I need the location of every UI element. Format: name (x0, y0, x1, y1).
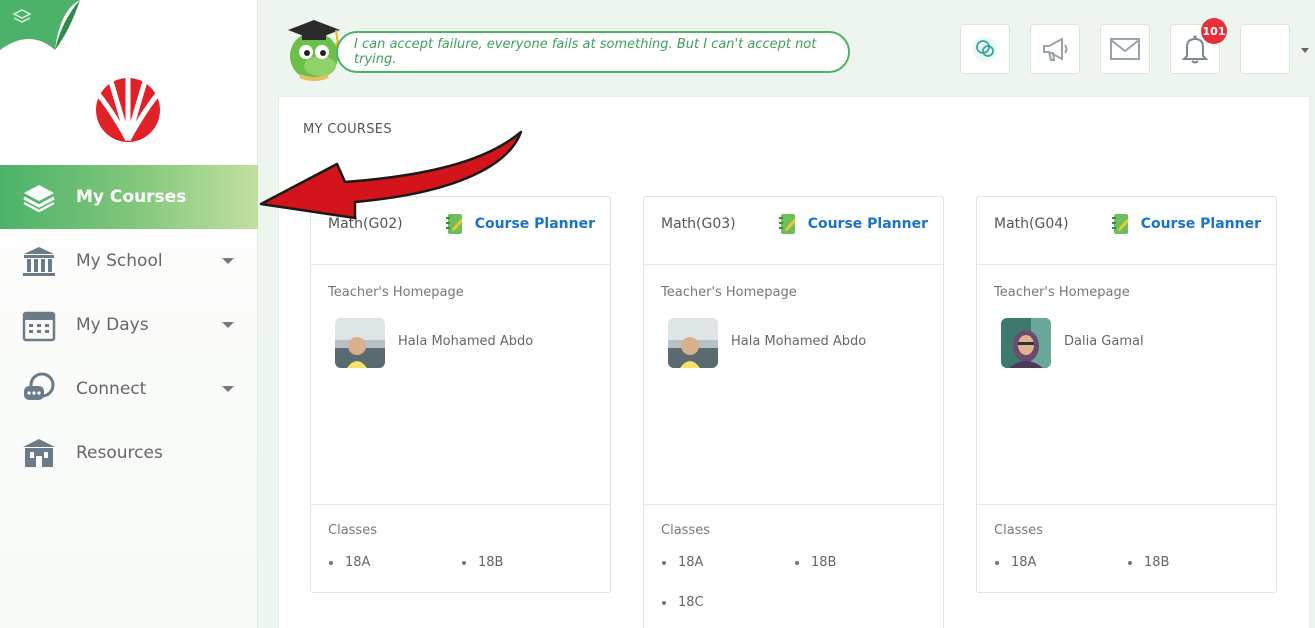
chevron-down-icon (222, 322, 234, 328)
sidebar-item-label: My Days (76, 315, 149, 335)
teacher-avatar[interactable] (668, 318, 718, 368)
class-item[interactable]: 18A (995, 555, 1036, 570)
notebook-icon (778, 214, 796, 234)
sidebar-item-connect[interactable]: Connect (0, 357, 258, 421)
course-planner-link[interactable]: Course Planner (445, 213, 595, 235)
sidebar: My Courses My School My Days Connect Res… (0, 0, 258, 628)
calendar-icon (22, 308, 56, 342)
sidebar-item-label: Connect (76, 379, 147, 399)
page-title: MY COURSES (303, 122, 392, 137)
course-card: Math(G02) Course Planner Teacher's Homep… (310, 196, 611, 593)
chevron-down-icon (222, 258, 234, 264)
teacher-homepage-title: Teacher's Homepage (328, 285, 464, 300)
teacher-name[interactable]: Hala Mohamed Abdo (398, 334, 533, 349)
teacher-avatar[interactable] (335, 318, 385, 368)
chat-support-icon (973, 37, 997, 61)
layers-icon (22, 180, 56, 214)
school-logo (96, 74, 160, 142)
class-item[interactable]: 18A (662, 555, 703, 570)
notebook-icon (1111, 214, 1129, 234)
chat-support-button[interactable] (960, 24, 1010, 74)
class-item[interactable]: 18C (662, 595, 704, 610)
class-item[interactable]: 18B (795, 555, 836, 570)
school-building-icon (22, 244, 56, 278)
course-name[interactable]: Math(G02) (328, 216, 403, 232)
class-item[interactable]: 18A (329, 555, 370, 570)
notebook-icon (445, 214, 463, 234)
messages-button[interactable] (1100, 24, 1150, 74)
notification-count-badge: 101 (1201, 18, 1227, 44)
teacher-name[interactable]: Hala Mohamed Abdo (731, 334, 866, 349)
class-item[interactable]: 18B (1128, 555, 1169, 570)
chevron-down-icon (222, 386, 234, 392)
course-card: Math(G03) Course Planner Teacher's Homep… (643, 196, 944, 628)
sidebar-item-my-courses[interactable]: My Courses (0, 165, 258, 229)
course-card-header: Math(G03) Course Planner (644, 197, 943, 265)
chevron-down-icon[interactable] (1301, 48, 1309, 53)
course-name[interactable]: Math(G03) (661, 216, 736, 232)
course-planner-label: Course Planner (474, 216, 595, 232)
divider (977, 504, 1276, 505)
course-planner-link[interactable]: Course Planner (778, 213, 928, 235)
announcements-button[interactable] (1030, 24, 1080, 74)
classes-title: Classes (661, 523, 710, 538)
teacher-avatar[interactable] (1001, 318, 1051, 368)
class-item[interactable]: 18B (462, 555, 503, 570)
motivational-quote: I can accept failure, everyone fails at … (336, 31, 850, 73)
teacher-homepage-title: Teacher's Homepage (661, 285, 797, 300)
course-planner-label: Course Planner (1140, 216, 1261, 232)
sidebar-item-my-school[interactable]: My School (0, 229, 258, 293)
course-planner-link[interactable]: Course Planner (1111, 213, 1261, 235)
sidebar-item-my-days[interactable]: My Days (0, 293, 258, 357)
divider (644, 504, 943, 505)
sidebar-item-label: My Courses (76, 187, 187, 207)
course-card: Math(G04) Course Planner Teacher's Homep… (976, 196, 1277, 593)
teacher-name[interactable]: Dalia Gamal (1064, 334, 1144, 349)
corner-fold-icon (0, 0, 80, 50)
teacher-homepage-title: Teacher's Homepage (994, 285, 1130, 300)
chat-icon (22, 372, 56, 406)
profile-button[interactable] (1240, 24, 1290, 74)
mail-icon (1110, 38, 1140, 60)
classes-title: Classes (328, 523, 377, 538)
course-name[interactable]: Math(G04) (994, 216, 1069, 232)
course-planner-label: Course Planner (807, 216, 928, 232)
sidebar-item-label: Resources (76, 443, 163, 463)
course-card-header: Math(G02) Course Planner (311, 197, 610, 265)
divider (311, 504, 610, 505)
library-icon (22, 436, 56, 470)
quote-text: I can accept failure, everyone fails at … (354, 37, 817, 67)
course-card-header: Math(G04) Course Planner (977, 197, 1276, 265)
sidebar-item-resources[interactable]: Resources (0, 421, 258, 485)
sidebar-item-label: My School (76, 251, 163, 271)
classes-title: Classes (994, 523, 1043, 538)
profile-avatar (1245, 29, 1285, 69)
megaphone-icon (1043, 37, 1068, 61)
